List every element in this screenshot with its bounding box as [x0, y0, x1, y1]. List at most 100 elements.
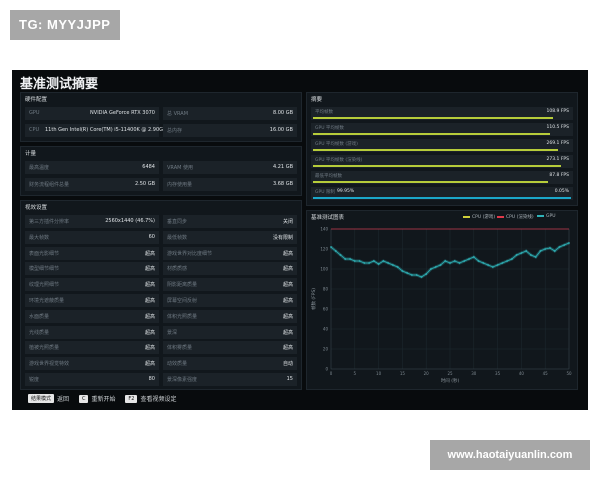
data-point — [515, 254, 518, 256]
setting-value: 超高 — [144, 313, 155, 320]
summary-bar — [313, 197, 571, 199]
data-point — [558, 246, 561, 248]
data-point — [420, 276, 423, 278]
summary-row: GPU 平均帧数 (游戏) 269.1 FPS — [311, 139, 573, 152]
x-tick-label: 35 — [495, 371, 501, 376]
data-point — [372, 260, 375, 262]
x-tick-label: 5 — [354, 371, 357, 376]
data-point — [401, 270, 404, 272]
setting-value: 没有限制 — [272, 234, 293, 241]
data-point — [411, 274, 413, 276]
setting-row: 游戏世界视觉特效 超高 — [25, 357, 159, 371]
legend-swatch — [537, 214, 544, 217]
setting-row: 垂直同步 关闭 — [163, 215, 297, 228]
setting-value: 15 — [286, 376, 293, 382]
summary-value: 87.8 FPS — [549, 173, 569, 178]
vram-label: 总 VRAM — [167, 111, 189, 117]
cpu-label: CPU — [29, 127, 40, 133]
setting-label: 锐度 — [29, 377, 40, 383]
setting-value: 超高 — [282, 345, 293, 352]
y-tick-label: 40 — [323, 327, 329, 332]
chart-panel-title: 基准测试图表 — [311, 215, 345, 221]
setting-value: 超高 — [144, 298, 155, 304]
watermark-top: TG: MYYJJPP — [10, 10, 120, 40]
setting-label: 第三方插件分辨率 — [29, 219, 70, 225]
setting-value: 超高 — [282, 313, 293, 320]
summary-bar — [313, 165, 561, 167]
results-mode-key[interactable]: 结果模式 — [28, 394, 55, 403]
metric-row: 财务流程组件总量 2.50 GB — [25, 178, 159, 191]
data-point — [425, 273, 428, 275]
vram-value: 8.00 GB — [272, 110, 293, 116]
data-point — [501, 262, 504, 264]
footer-hints: 结果模式 返回 C 重新开始 F2 查看视频设定 — [28, 394, 184, 406]
chart-panel: 基准测试图表 CPU (游戏) CPU (渲染线) GPU 0 20 40 60 80 100… — [306, 210, 578, 390]
data-point — [430, 268, 432, 270]
metrics-panel-title: 计量 — [25, 151, 37, 157]
x-tick-label: 15 — [400, 371, 406, 376]
setting-label: 景深像素强度 — [167, 377, 198, 383]
y-tick-label: 0 — [325, 367, 328, 372]
setting-row: 最大帧数 60 — [25, 230, 159, 244]
metric-label: 财务流程组件总量 — [29, 182, 70, 188]
setting-label: 垂直同步 — [167, 219, 188, 225]
data-point — [563, 244, 566, 246]
data-point — [377, 263, 380, 265]
legend-swatch — [497, 215, 504, 218]
setting-row: 水面质量 超高 — [25, 309, 159, 323]
data-point — [453, 260, 456, 262]
x-tick-label: 0 — [330, 371, 333, 376]
memory-label: 总内存 — [167, 128, 183, 134]
hardware-panel: 硬件配置 GPU NVIDIA GeForce RTX 3070 总 VRAM … — [20, 92, 302, 142]
summary-bar — [313, 133, 551, 135]
setting-row: 植被光照质量 超高 — [25, 341, 159, 355]
restart-key[interactable]: C — [78, 394, 89, 403]
setting-row: 游戏世界对比度细节 超高 — [163, 246, 297, 260]
summary-row: 最低平均帧数 87.8 FPS — [311, 171, 573, 184]
setting-value: 超高 — [282, 250, 293, 257]
summary-label: GPU 平均帧数 — [315, 126, 344, 131]
setting-label: 动效质量 — [167, 361, 188, 368]
setting-row: 动效质量 自动 — [163, 357, 297, 371]
data-point — [530, 254, 532, 256]
data-point — [387, 262, 390, 264]
video-settings-key[interactable]: F2 — [125, 394, 138, 403]
data-point — [510, 258, 513, 260]
data-point — [568, 242, 570, 244]
setting-label: 阴影距离质量 — [167, 282, 198, 289]
data-point — [496, 264, 499, 266]
summary-bar — [313, 117, 553, 119]
y-tick-label: 60 — [323, 307, 329, 312]
setting-label: 游戏世界对比度细节 — [167, 250, 213, 257]
data-point — [506, 260, 509, 262]
data-point — [382, 260, 385, 262]
data-point — [339, 254, 342, 256]
metric-value: 6484 — [142, 164, 155, 170]
setting-value: 超高 — [144, 329, 155, 336]
y-tick-label: 120 — [320, 247, 328, 252]
vram-row: 总 VRAM 8.00 GB — [163, 107, 297, 120]
metric-label: 最高温度 — [29, 165, 50, 171]
data-point — [415, 274, 418, 276]
setting-row: 模型细节细节 超高 — [25, 262, 159, 276]
x-tick-label: 40 — [519, 371, 525, 376]
metric-value: 2.50 GB — [134, 181, 155, 187]
metric-label: 内存使用量 — [167, 182, 193, 188]
setting-row: 材质质感 超高 — [163, 262, 297, 276]
setting-row: 阴影距离质量 超高 — [163, 278, 297, 292]
back-label: 返回 — [57, 396, 70, 403]
x-tick-label: 30 — [471, 371, 477, 376]
video-settings-label: 查看视频设定 — [140, 396, 177, 403]
legend-label: CPU (渲染线) — [506, 215, 534, 220]
setting-label: 水面质量 — [29, 313, 50, 320]
setting-label: 表面光影细节 — [29, 250, 60, 257]
summary-label: 最低平均帧数 — [315, 174, 342, 179]
setting-value: 超高 — [144, 250, 155, 257]
setting-row: 体积雾质量 超高 — [163, 341, 297, 355]
summary-value: 108.9 FPS — [546, 109, 569, 114]
summary-bar — [313, 181, 548, 183]
x-tick-label: 50 — [566, 371, 572, 376]
setting-label: 游戏世界视觉特效 — [29, 361, 70, 368]
summary-value: 273.1 FPS — [546, 157, 569, 162]
setting-row: 体积光照质量 超高 — [163, 309, 297, 323]
